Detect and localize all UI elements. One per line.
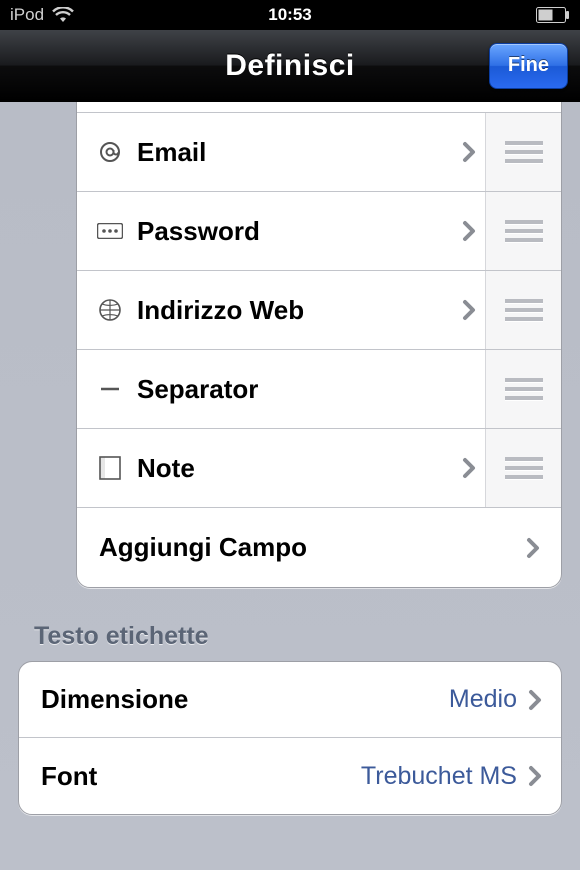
globe-icon [91,298,129,322]
chevron-right-icon [525,537,541,559]
chevron-right-icon [461,299,477,321]
grip-icon [505,457,543,479]
table-row [77,102,561,113]
battery-icon [536,7,570,23]
carrier-label: iPod [10,5,44,25]
chevron-right-icon [527,765,543,787]
separator-icon [91,377,129,401]
grip-icon [505,299,543,321]
grip-icon [505,220,543,242]
nav-bar: Definisci Fine [0,30,580,102]
field-label: Email [137,137,461,168]
reorder-handle[interactable] [485,192,561,270]
field-label: Password [137,216,461,247]
table-row[interactable]: Separator [77,350,561,429]
grip-icon [505,378,543,400]
clock-label: 10:53 [268,5,311,25]
reorder-handle[interactable] [485,429,561,507]
text-label-settings: Dimensione Medio Font Trebuchet MS [18,661,562,815]
field-label: Note [137,453,461,484]
add-field-label: Aggiungi Campo [99,532,525,563]
note-icon [91,456,129,480]
fields-table: Email Password [76,102,562,588]
chevron-right-icon [527,689,543,711]
font-row[interactable]: Font Trebuchet MS [19,738,561,814]
done-button[interactable]: Fine [489,43,568,89]
at-icon [91,140,129,164]
section-header-text-labels: Testo etichette [34,622,546,651]
chevron-right-icon [461,141,477,163]
content-scroll[interactable]: Email Password [0,102,580,870]
password-icon [91,223,129,239]
table-row[interactable]: Indirizzo Web [77,271,561,350]
field-label: Separator [137,374,461,405]
table-row[interactable]: Email [77,113,561,192]
reorder-handle[interactable] [485,350,561,428]
size-row[interactable]: Dimensione Medio [19,662,561,738]
page-title: Definisci [225,49,355,83]
table-row[interactable]: Password [77,192,561,271]
chevron-right-icon [461,220,477,242]
font-label: Font [41,761,361,792]
status-bar: iPod 10:53 [0,0,580,30]
field-label: Indirizzo Web [137,295,461,326]
reorder-handle[interactable] [485,271,561,349]
wifi-icon [52,7,74,23]
grip-icon [505,141,543,163]
size-value: Medio [449,685,517,714]
font-value: Trebuchet MS [361,762,517,791]
table-row[interactable]: Note [77,429,561,508]
reorder-handle[interactable] [485,113,561,191]
done-button-label: Fine [508,54,549,77]
size-label: Dimensione [41,684,449,715]
add-field-row[interactable]: Aggiungi Campo [77,508,561,587]
chevron-right-icon [461,457,477,479]
